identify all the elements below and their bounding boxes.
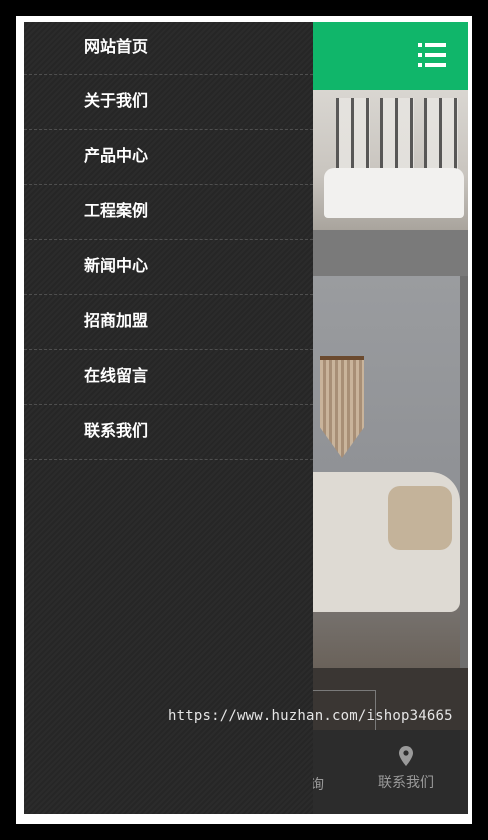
drawer-menu-list: 网站首页 关于我们 产品中心 工程案例 新闻中心 招商加盟 在线留言 联系我们 xyxy=(24,22,313,460)
menu-item-message[interactable]: 在线留言 xyxy=(24,350,313,405)
bottom-nav-item-contact[interactable]: 联系我们 xyxy=(364,746,448,792)
watermark-text: https://www.huzhan.com/ishop34665 xyxy=(168,708,453,724)
bottom-nav-contact-label: 联系我们 xyxy=(378,775,434,791)
wall-hanging-shape xyxy=(320,356,364,458)
map-pin-icon xyxy=(399,746,413,766)
mobile-viewport: 询 联系我们 网站首页 关于我们 产品中心 工程案例 新闻中心 招商加盟 在线留… xyxy=(24,22,468,814)
sofa-shape xyxy=(324,168,464,218)
menu-item-home[interactable]: 网站首页 xyxy=(24,22,313,75)
pillow-shape xyxy=(388,486,452,550)
menu-item-products[interactable]: 产品中心 xyxy=(24,130,313,185)
menu-item-about[interactable]: 关于我们 xyxy=(24,75,313,130)
list-icon[interactable] xyxy=(418,42,446,68)
menu-item-cases[interactable]: 工程案例 xyxy=(24,185,313,240)
menu-item-contact[interactable]: 联系我们 xyxy=(24,405,313,460)
menu-item-franchise[interactable]: 招商加盟 xyxy=(24,295,313,350)
menu-item-news[interactable]: 新闻中心 xyxy=(24,240,313,295)
side-drawer-menu: 网站首页 关于我们 产品中心 工程案例 新闻中心 招商加盟 在线留言 联系我们 xyxy=(24,22,313,814)
